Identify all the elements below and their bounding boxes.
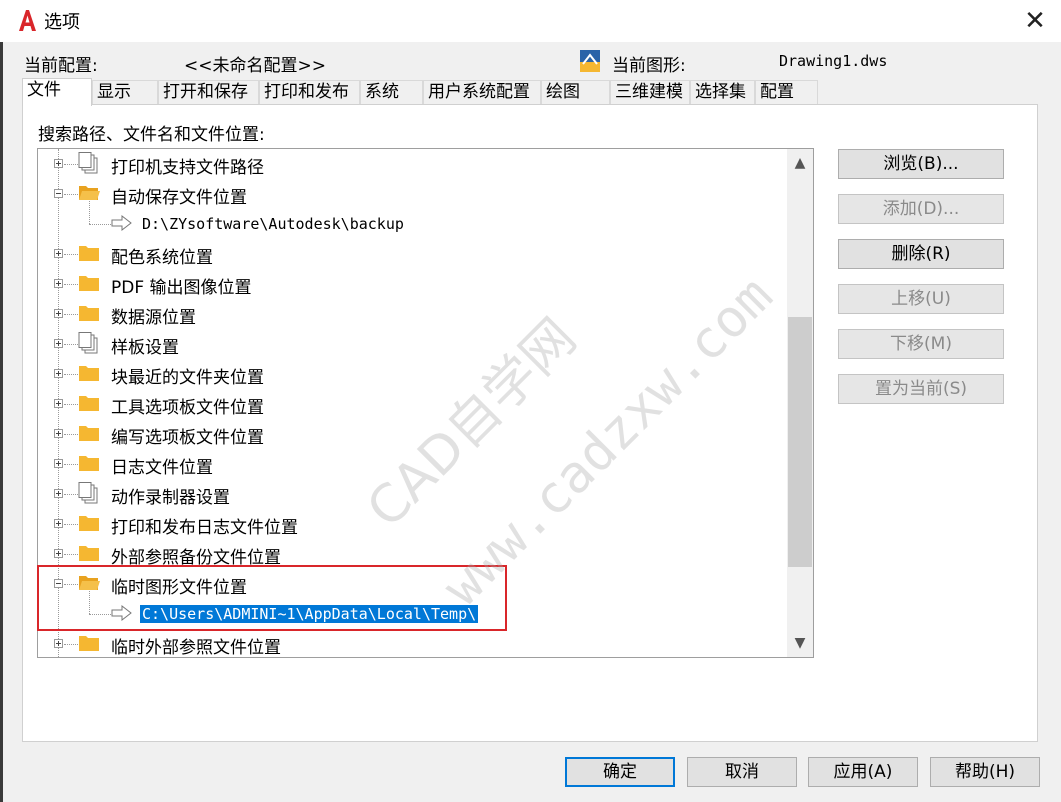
- tab-3d-modeling[interactable]: 三维建模: [610, 80, 690, 104]
- folder-icon: [79, 396, 99, 411]
- folder-icon: [79, 516, 99, 531]
- tree-item-log-files[interactable]: 日志文件位置: [38, 449, 788, 479]
- apply-button[interactable]: 应用(A): [808, 757, 918, 787]
- tree-item-action-recorder[interactable]: 动作录制器设置: [38, 479, 788, 509]
- scroll-up-icon[interactable]: ▲: [787, 149, 813, 177]
- arrow-right-icon: [111, 214, 132, 232]
- annotation-highlight-box: [37, 565, 507, 631]
- expand-icon[interactable]: [54, 249, 63, 258]
- tab-user-preferences[interactable]: 用户系统配置: [423, 80, 541, 104]
- tree-item-label: 动作录制器设置: [111, 488, 230, 508]
- tree-item-label: 块最近的文件夹位置: [111, 368, 264, 388]
- delete-button[interactable]: 删除(R): [838, 239, 1004, 269]
- section-label: 搜索路径、文件名和文件位置:: [38, 125, 265, 145]
- current-drawing-value: Drawing1.dws: [779, 52, 888, 70]
- tree-scrollbar[interactable]: ▲ ▼: [787, 149, 813, 657]
- tab-profiles[interactable]: 配置: [755, 80, 818, 104]
- tree-item-label: 打印和发布日志文件位置: [111, 518, 298, 538]
- tree-item-color-system[interactable]: 配色系统位置: [38, 239, 788, 269]
- tree-item-block-recent[interactable]: 块最近的文件夹位置: [38, 359, 788, 389]
- tree-item-plot-publish-log[interactable]: 打印和发布日志文件位置: [38, 509, 788, 539]
- tab-drafting[interactable]: 绘图: [541, 80, 610, 104]
- folder-icon: [79, 426, 99, 441]
- tree-item-label: 数据源位置: [111, 308, 196, 328]
- folder-icon: [79, 366, 99, 381]
- multi-page-icon: [78, 332, 98, 354]
- drawing-file-icon: [580, 50, 600, 72]
- folder-icon: [79, 246, 99, 261]
- scroll-down-icon[interactable]: ▼: [787, 629, 813, 657]
- expand-icon[interactable]: [54, 159, 63, 168]
- expand-icon[interactable]: [54, 459, 63, 468]
- tree-item-label: PDF 输出图像位置: [111, 278, 252, 298]
- expand-icon[interactable]: [54, 309, 63, 318]
- multi-page-icon: [78, 152, 98, 174]
- expand-icon[interactable]: [54, 489, 63, 498]
- tree-item-label: 配色系统位置: [111, 248, 213, 268]
- expand-icon[interactable]: [54, 519, 63, 528]
- tree-item-label: 编写选项板文件位置: [111, 428, 264, 448]
- expand-icon[interactable]: [54, 549, 63, 558]
- tree-item-temp-xref[interactable]: 临时外部参照文件位置: [38, 629, 788, 658]
- tab-files[interactable]: 文件: [22, 78, 92, 106]
- tree-item-label: 临时外部参照文件位置: [111, 638, 281, 658]
- folder-icon: [79, 456, 99, 471]
- title-bar: 选项 ✕: [0, 0, 1061, 42]
- scroll-thumb[interactable]: [788, 317, 812, 567]
- tree-item-tool-palettes[interactable]: 工具选项板文件位置: [38, 389, 788, 419]
- move-down-button[interactable]: 下移(M): [838, 329, 1004, 359]
- window-title: 选项: [44, 12, 80, 33]
- tree-item-label: 打印机支持文件路径: [111, 158, 264, 178]
- left-edge: [0, 42, 3, 802]
- folder-icon: [79, 636, 99, 651]
- tab-selection[interactable]: 选择集: [690, 80, 755, 104]
- help-button[interactable]: 帮助(H): [930, 757, 1040, 787]
- tree-item-data-sources[interactable]: 数据源位置: [38, 299, 788, 329]
- tab-bar: 文件 显示 打开和保存 打印和发布 系统 用户系统配置 绘图 三维建模 选择集 …: [22, 78, 818, 106]
- close-icon[interactable]: ✕: [1020, 6, 1050, 36]
- cancel-button[interactable]: 取消: [687, 757, 797, 787]
- tree-item-pdf-output[interactable]: PDF 输出图像位置: [38, 269, 788, 299]
- autocad-logo-icon: [19, 10, 36, 31]
- tree-item-label: 日志文件位置: [111, 458, 213, 478]
- tree-item-label: 工具选项板文件位置: [111, 398, 264, 418]
- tree-path-autosave[interactable]: D:\ZYsoftware\Autodesk\backup: [38, 201, 788, 239]
- tab-display[interactable]: 显示: [92, 80, 158, 104]
- expand-icon[interactable]: [54, 279, 63, 288]
- folder-icon: [79, 546, 99, 561]
- tree-path-text: D:\ZYsoftware\Autodesk\backup: [142, 215, 404, 233]
- expand-icon[interactable]: [54, 339, 63, 348]
- tree-item-label: 样板设置: [111, 338, 179, 358]
- tab-plot-publish[interactable]: 打印和发布: [259, 80, 360, 104]
- expand-icon[interactable]: [54, 639, 63, 648]
- move-up-button[interactable]: 上移(U): [838, 284, 1004, 314]
- tree-item-printer-support[interactable]: 打印机支持文件路径: [38, 149, 788, 179]
- expand-icon[interactable]: [54, 399, 63, 408]
- folder-icon: [79, 276, 99, 291]
- tree-item-autosave[interactable]: 自动保存文件位置: [38, 179, 788, 209]
- expand-icon[interactable]: [54, 369, 63, 378]
- browse-button[interactable]: 浏览(B)...: [838, 149, 1004, 179]
- tree-item-label: 自动保存文件位置: [111, 188, 247, 208]
- set-current-button[interactable]: 置为当前(S): [838, 374, 1004, 404]
- current-drawing-label: 当前图形:: [612, 56, 686, 76]
- add-button[interactable]: 添加(D)...: [838, 194, 1004, 224]
- ok-button[interactable]: 确定: [565, 757, 675, 787]
- tree-item-template-settings[interactable]: 样板设置: [38, 329, 788, 359]
- expand-icon[interactable]: [54, 429, 63, 438]
- current-profile-value: <<未命名配置>>: [184, 56, 326, 76]
- tree-item-authoring-palettes[interactable]: 编写选项板文件位置: [38, 419, 788, 449]
- folder-icon: [79, 306, 99, 321]
- tab-open-save[interactable]: 打开和保存: [158, 80, 259, 104]
- tab-system[interactable]: 系统: [360, 80, 423, 104]
- current-profile-label: 当前配置:: [24, 56, 98, 76]
- multi-page-icon: [78, 482, 98, 504]
- collapse-icon[interactable]: [54, 189, 63, 198]
